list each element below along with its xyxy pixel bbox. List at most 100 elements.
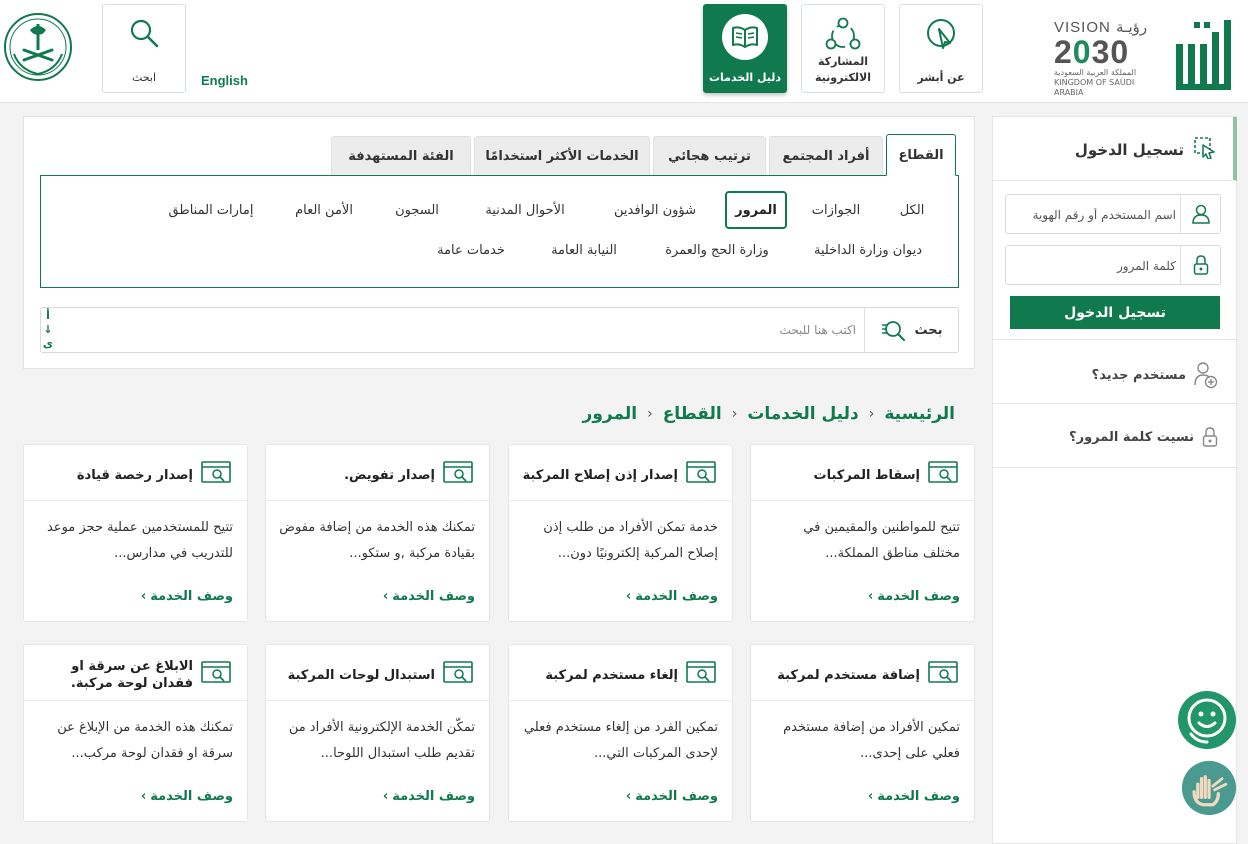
book-icon-circle bbox=[722, 14, 768, 60]
service-description-link[interactable]: وصف الخدمة › bbox=[626, 589, 718, 604]
service-card-description: تتيح للمواطنين والمقيمين في مختلف مناطق … bbox=[803, 520, 960, 561]
tab-community-members[interactable]: أفراد المجتمع bbox=[769, 136, 883, 176]
nav-services-guide-label: دليل الخدمات bbox=[708, 71, 782, 84]
chevron-left-icon: › bbox=[867, 789, 874, 804]
nav-services-guide[interactable]: دليل الخدمات bbox=[703, 4, 787, 93]
service-card[interactable]: إلغاء مستخدم لمركبة تمكين الفرد من إلغاء … bbox=[508, 644, 733, 822]
chevron-left-icon: › bbox=[625, 789, 632, 804]
service-card-header: إسقاط المركبات bbox=[751, 445, 974, 501]
service-description-label: وصف الخدمة bbox=[635, 589, 718, 604]
service-card[interactable]: إصدار إذن إصلاح المركبة خدمة تمكن الأفراد… bbox=[508, 444, 733, 622]
service-card[interactable]: إصدار تفويض. تمكنك هذه الخدمة من إضافة مف… bbox=[265, 444, 490, 622]
forgot-password-label: نسيت كلمة المرور؟ bbox=[1069, 429, 1194, 445]
username-field[interactable] bbox=[1005, 194, 1221, 234]
category-all[interactable]: الكل bbox=[879, 191, 945, 229]
service-search-button[interactable]: بحث bbox=[864, 308, 958, 352]
password-input[interactable] bbox=[1016, 256, 1176, 276]
chatbot-button[interactable] bbox=[1177, 690, 1237, 750]
tab-most-used[interactable]: الخدمات الأكثر استخدامًا bbox=[474, 136, 650, 176]
breadcrumb-services-guide[interactable]: دليل الخدمات bbox=[747, 404, 858, 424]
service-search-input[interactable] bbox=[456, 320, 856, 340]
service-card-header: إصدار تفويض. bbox=[266, 445, 489, 501]
service-description-link[interactable]: وصف الخدمة › bbox=[141, 589, 233, 604]
nav-about-absher-label: عن أبشر bbox=[917, 71, 965, 84]
login-submit-button[interactable]: تسجيل الدخول bbox=[1010, 296, 1220, 329]
service-search-icon bbox=[201, 661, 231, 689]
services-filter-panel: القطاع أفراد المجتمع ترتيب هجائي الخدمات… bbox=[23, 116, 975, 369]
pointer-cursor-icon bbox=[927, 19, 955, 49]
new-user-link[interactable]: مستخدم جديد؟ bbox=[1092, 361, 1218, 389]
username-input[interactable] bbox=[1016, 205, 1176, 225]
category-prisons[interactable]: السجون bbox=[377, 191, 457, 229]
service-description-link[interactable]: وصف الخدمة › bbox=[141, 789, 233, 804]
header-search-label: ابحث bbox=[131, 71, 157, 84]
breadcrumb-traffic[interactable]: المرور bbox=[583, 404, 638, 424]
service-description-label: وصف الخدمة bbox=[877, 589, 960, 604]
service-card-title[interactable]: إصدار رخصة قيادة bbox=[34, 457, 193, 493]
nav-about-absher[interactable]: عن أبشر bbox=[899, 4, 983, 93]
service-card[interactable]: الابلاغ عن سرقة او فقدان لوحة مركبة. تمكن… bbox=[23, 644, 248, 822]
search-icon bbox=[130, 19, 159, 48]
english-language-link[interactable]: English bbox=[201, 73, 248, 88]
tab-sector[interactable]: القطاع bbox=[886, 134, 956, 176]
category-regional-emirates[interactable]: إمارات المناطق bbox=[151, 191, 271, 229]
service-card-header: إصدار رخصة قيادة bbox=[24, 445, 247, 501]
service-description-link[interactable]: وصف الخدمة › bbox=[626, 789, 718, 804]
lock-icon bbox=[1180, 246, 1220, 284]
service-description-link[interactable]: وصف الخدمة › bbox=[868, 789, 960, 804]
absher-logo[interactable] bbox=[1174, 14, 1238, 92]
user-icon bbox=[1180, 195, 1220, 233]
breadcrumb-sector[interactable]: القطاع bbox=[663, 404, 722, 424]
sign-language-button[interactable] bbox=[1181, 760, 1237, 816]
service-description-link[interactable]: وصف الخدمة › bbox=[868, 589, 960, 604]
category-expatriates[interactable]: شؤون الوافدين bbox=[593, 191, 717, 229]
tab-target-group[interactable]: الفئة المستهدفة bbox=[331, 136, 471, 176]
site-header: VISION رؤيـة 2030 المملكة العربية السعود… bbox=[0, 0, 1248, 103]
service-card-title[interactable]: إصدار تفويض. bbox=[276, 457, 435, 493]
nav-e-participation[interactable]: المشاركة الالكترونية bbox=[801, 4, 885, 93]
category-general-services[interactable]: خدمات عامة bbox=[419, 231, 523, 269]
service-card-title[interactable]: استبدال لوحات المركبة bbox=[276, 657, 435, 693]
service-card-title[interactable]: الابلاغ عن سرقة او فقدان لوحة مركبة. bbox=[34, 657, 193, 693]
new-user-label: مستخدم جديد؟ bbox=[1091, 367, 1186, 383]
category-hajj-umrah[interactable]: وزارة الحج والعمرة bbox=[645, 231, 789, 269]
category-public-prosecution[interactable]: النيابة العامة bbox=[529, 231, 639, 269]
header-search-button[interactable]: ابحث bbox=[102, 4, 186, 93]
service-description-label: وصف الخدمة bbox=[635, 789, 718, 804]
category-interior-ministry-court[interactable]: ديوان وزارة الداخلية bbox=[793, 231, 943, 269]
service-card[interactable]: إصدار رخصة قيادة تتيح للمستخدمين عملية حج… bbox=[23, 444, 248, 622]
sidebar-accent-bar bbox=[1233, 117, 1237, 181]
tab-alphabetical[interactable]: ترتيب هجائي bbox=[653, 136, 766, 176]
service-description-link[interactable]: وصف الخدمة › bbox=[383, 789, 475, 804]
service-card-description: تتيح للمستخدمين عملية حجز موعد للتدريب ف… bbox=[46, 520, 233, 561]
service-card-title[interactable]: إلغاء مستخدم لمركبة bbox=[519, 657, 678, 693]
service-card[interactable]: إسقاط المركبات تتيح للمواطنين والمقيمين ف… bbox=[750, 444, 975, 622]
service-card-header: استبدال لوحات المركبة bbox=[266, 645, 489, 701]
vision-year: 2030 bbox=[1054, 34, 1130, 70]
service-search-icon bbox=[201, 461, 231, 489]
category-passports[interactable]: الجوازات bbox=[793, 191, 879, 229]
service-card-header: إلغاء مستخدم لمركبة bbox=[509, 645, 732, 701]
forgot-password-link[interactable]: نسيت كلمة المرور؟ bbox=[1069, 427, 1218, 447]
service-card-header: إصدار إذن إصلاح المركبة bbox=[509, 445, 732, 501]
service-card-header: إضافة مستخدم لمركبة bbox=[751, 645, 974, 701]
service-card-header: الابلاغ عن سرقة او فقدان لوحة مركبة. bbox=[24, 645, 247, 701]
service-card[interactable]: إضافة مستخدم لمركبة تمكين الأفراد من إضاف… bbox=[750, 644, 975, 822]
service-card-title[interactable]: إصدار إذن إصلاح المركبة bbox=[519, 457, 678, 493]
service-card[interactable]: استبدال لوحات المركبة تمكّن الخدمة الإلكت… bbox=[265, 644, 490, 822]
category-traffic[interactable]: المرور bbox=[725, 191, 787, 229]
category-public-security[interactable]: الأمن العام bbox=[277, 191, 371, 229]
category-civil-affairs[interactable]: الأحوال المدنية bbox=[463, 191, 587, 229]
vision-2030-logo: VISION رؤيـة 2030 المملكة العربية السعود… bbox=[1054, 18, 1166, 97]
divider bbox=[993, 339, 1236, 340]
breadcrumb-home[interactable]: الرئيسية bbox=[884, 404, 955, 424]
open-book-icon bbox=[732, 26, 758, 48]
service-card-title[interactable]: إضافة مستخدم لمركبة bbox=[761, 657, 920, 693]
password-field[interactable] bbox=[1005, 245, 1221, 285]
service-search-icon bbox=[928, 661, 958, 689]
sort-direction-toggle[interactable]: أ ↓ ى bbox=[43, 309, 53, 351]
service-card-title[interactable]: إسقاط المركبات bbox=[761, 457, 920, 493]
participation-network-icon bbox=[825, 17, 861, 50]
service-description-label: وصف الخدمة bbox=[392, 789, 475, 804]
service-description-link[interactable]: وصف الخدمة › bbox=[383, 589, 475, 604]
